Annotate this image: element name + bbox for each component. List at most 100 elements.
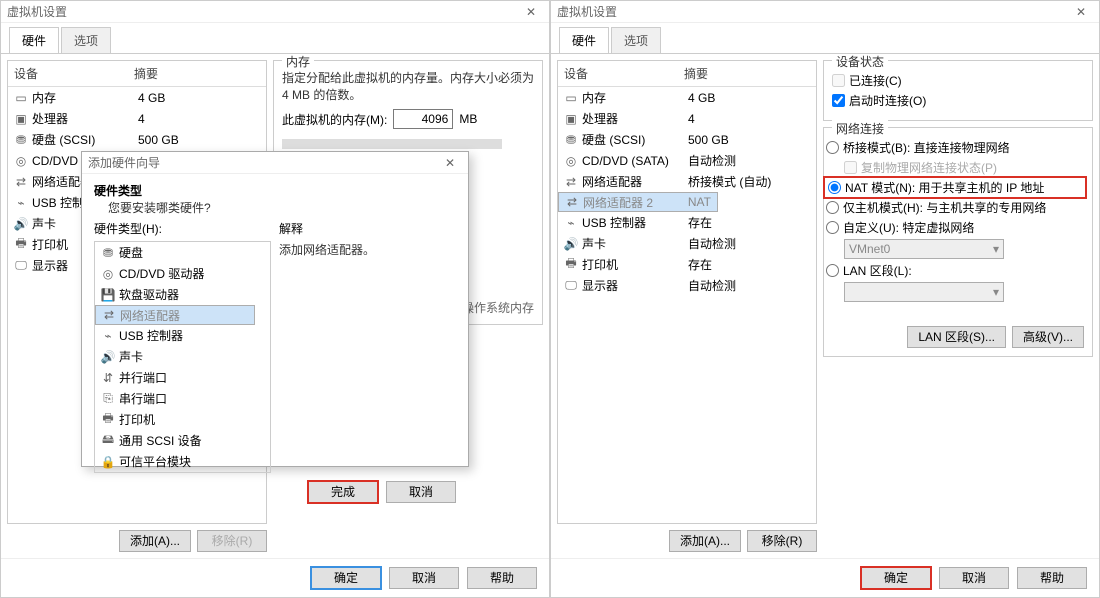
group-label: 设备状态	[832, 54, 888, 70]
replicate-checkbox: 复制物理网络连接状态(P)	[844, 159, 1084, 176]
hw-row[interactable]: ◎CD/DVD (SATA)自动检测	[558, 150, 816, 171]
hw-row[interactable]: ▣处理器4	[558, 108, 816, 129]
hwtype-row[interactable]: 💾软盘驱动器	[95, 284, 270, 305]
hwtype-name: 声卡	[119, 348, 143, 365]
hdr-summary: 摘要	[134, 65, 158, 82]
hw-summary: 4	[688, 112, 695, 126]
hw-row[interactable]: ⇄网络适配器 2NAT	[558, 192, 718, 212]
explanation-text: 添加网络适配器。	[279, 241, 456, 258]
cancel-button[interactable]: 取消	[939, 567, 1009, 589]
cancel-button[interactable]: 取消	[386, 481, 456, 503]
hw-row[interactable]: ⇄网络适配器桥接模式 (自动)	[558, 171, 816, 192]
hardware-list[interactable]: 设备 摘要 ▭内存4 GB▣处理器4⛃硬盘 (SCSI)500 GB◎CD/DV…	[557, 60, 817, 524]
hw-summary: 存在	[688, 214, 712, 231]
net-icon: ⇄	[102, 308, 116, 322]
close-icon[interactable]: ✕	[1069, 1, 1093, 23]
hw-name: 显示器	[32, 257, 68, 274]
memory-icon: ▭	[14, 91, 28, 105]
ok-button[interactable]: 确定	[311, 567, 381, 589]
device-state-group: 设备状态 已连接(C) 启动时连接(O)	[823, 60, 1093, 121]
hw-name: 声卡	[582, 235, 606, 252]
connected-checkbox[interactable]: 已连接(C)	[832, 72, 1084, 89]
hwtype-name: 硬盘	[119, 244, 143, 261]
add-button[interactable]: 添加(A)...	[119, 530, 191, 552]
hw-row[interactable]: ▭内存4 GB	[8, 87, 266, 108]
wizard-subheading: 您要安装哪类硬件?	[94, 199, 456, 216]
printer-icon: 🖶	[14, 238, 28, 252]
parallel-icon: ⇵	[101, 371, 115, 385]
hwtype-row[interactable]: ⌁USB 控制器	[95, 325, 270, 346]
hw-name: 硬盘 (SCSI)	[32, 131, 95, 148]
hw-row[interactable]: ▭内存4 GB	[558, 87, 816, 108]
hwtype-row[interactable]: 🖶打印机	[95, 409, 270, 430]
close-icon[interactable]: ✕	[438, 152, 462, 174]
hwtype-label: 硬件类型(H):	[94, 220, 271, 237]
memory-icon: ▭	[564, 91, 578, 105]
tab-hardware[interactable]: 硬件	[9, 27, 59, 53]
hw-row[interactable]: ▣处理器4	[8, 108, 266, 129]
window-title: 虚拟机设置	[557, 1, 617, 23]
hwtype-row[interactable]: ⇵并行端口	[95, 367, 270, 388]
hw-row[interactable]: ⌁USB 控制器存在	[558, 212, 816, 233]
vm-settings-dialog-right: 虚拟机设置 ✕ 硬件 选项 设备 摘要 ▭内存4 GB▣处理器4⛃硬盘 (SCS…	[550, 0, 1100, 598]
audio-icon: 🔊	[564, 237, 578, 251]
finish-button[interactable]: 完成	[308, 481, 378, 503]
audio-icon: 🔊	[101, 350, 115, 364]
hw-row[interactable]: ⛃硬盘 (SCSI)500 GB	[558, 129, 816, 150]
hwtype-row[interactable]: 🔊 声卡	[95, 346, 270, 367]
connect-on-start-checkbox[interactable]: 启动时连接(O)	[832, 92, 1084, 109]
hw-summary: 存在	[688, 256, 712, 273]
wizard-heading: 硬件类型	[94, 182, 456, 199]
help-button[interactable]: 帮助	[467, 567, 537, 589]
hwtype-name: CD/DVD 驱动器	[119, 265, 204, 282]
advanced-button[interactable]: 高级(V)...	[1012, 326, 1084, 348]
radio-nat[interactable]: NAT 模式(N): 用于共享主机的 IP 地址	[826, 179, 1084, 196]
radio-bridged[interactable]: 桥接模式(B): 直接连接物理网络	[826, 139, 1084, 156]
hw-name: 处理器	[582, 110, 618, 127]
cancel-button[interactable]: 取消	[389, 567, 459, 589]
hwtype-row[interactable]: ⇄网络适配器	[95, 305, 255, 325]
hw-summary: 4	[138, 112, 145, 126]
hw-summary: NAT	[688, 195, 711, 209]
window-title: 虚拟机设置	[7, 1, 67, 23]
connect-on-cb[interactable]	[832, 94, 845, 107]
network-connection-group: 网络连接 桥接模式(B): 直接连接物理网络 复制物理网络连接状态(P) NAT…	[823, 127, 1093, 357]
hwtype-row[interactable]: ⎘串行端口	[95, 388, 270, 409]
disk-icon: ⛃	[101, 246, 115, 260]
hw-row[interactable]: 🖶打印机存在	[558, 254, 816, 275]
close-icon[interactable]: ✕	[519, 1, 543, 23]
tab-options[interactable]: 选项	[611, 27, 661, 53]
remove-button[interactable]: 移除(R)	[747, 530, 817, 552]
explanation-label: 解释	[279, 220, 456, 237]
lanseg-select: ▾	[844, 282, 1004, 302]
help-button[interactable]: 帮助	[1017, 567, 1087, 589]
tab-hardware[interactable]: 硬件	[559, 27, 609, 53]
hw-name: 内存	[32, 89, 56, 106]
lan-segments-button[interactable]: LAN 区段(S)...	[907, 326, 1006, 348]
mem-input[interactable]	[393, 109, 453, 129]
hw-row[interactable]: 🖵显示器自动检测	[558, 275, 816, 296]
hw-row[interactable]: 🔊声卡自动检测	[558, 233, 816, 254]
add-button[interactable]: 添加(A)...	[669, 530, 741, 552]
tab-options[interactable]: 选项	[61, 27, 111, 53]
hwtype-row[interactable]: ◎CD/DVD 驱动器	[95, 263, 270, 284]
radio-custom[interactable]: 自定义(U): 特定虚拟网络	[826, 219, 1084, 236]
hw-name: 硬盘 (SCSI)	[582, 131, 645, 148]
hwtype-row[interactable]: ⛃ 硬盘	[95, 242, 270, 263]
hw-name: 打印机	[582, 256, 618, 273]
radio-lanseg[interactable]: LAN 区段(L):	[826, 262, 1084, 279]
hwtype-list[interactable]: ⛃ 硬盘 ◎CD/DVD 驱动器💾软盘驱动器⇄网络适配器⌁USB 控制器 🔊 声卡 ⇵并行…	[94, 241, 271, 473]
hw-row[interactable]: ⛃硬盘 (SCSI)500 GB	[8, 129, 266, 150]
hwtype-row[interactable]: 🖴通用 SCSI 设备	[95, 430, 270, 451]
ok-button[interactable]: 确定	[861, 567, 931, 589]
hdr-summary: 摘要	[684, 65, 708, 82]
display-icon: 🖵	[14, 259, 28, 273]
disc-icon: ◎	[14, 154, 28, 168]
hw-name: 显示器	[582, 277, 618, 294]
vm-settings-dialog-left: 虚拟机设置 ✕ 硬件 选项 设备 摘要 ▭内存4 GB▣处理器4⛃硬盘 (SCS…	[0, 0, 550, 598]
hw-name: 内存	[582, 89, 606, 106]
tpm-icon: 🔒	[101, 455, 115, 469]
memory-slider[interactable]: 128 GB	[282, 139, 502, 149]
radio-hostonly[interactable]: 仅主机模式(H): 与主机共享的专用网络	[826, 199, 1084, 216]
hwtype-row[interactable]: 🔒可信平台模块	[95, 451, 270, 472]
